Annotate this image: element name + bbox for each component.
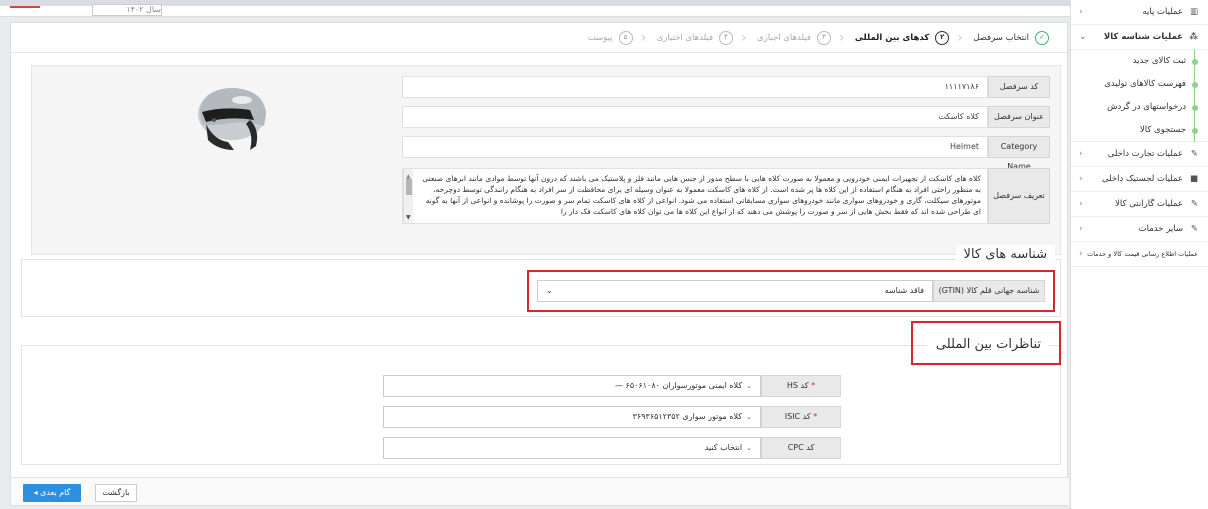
step-number: ۲ (935, 30, 950, 45)
sidebar-item-logistics[interactable]: ■عملیات لجستیک داخلی ‹ (1071, 167, 1208, 192)
helmet-image (198, 88, 266, 150)
sidebar-item-product-id[interactable]: ⁂عملیات شناسه کالا ⌄ (1071, 25, 1208, 50)
gtin-label: شناسه جهانی قلم کالا (GTIN) (933, 280, 1045, 302)
year-field[interactable]: سال ۱۴۰۲ (92, 4, 162, 16)
bullet-icon (1192, 128, 1198, 134)
cpc-select[interactable]: ⌄انتخاب کنید (383, 437, 761, 459)
sidebar-item-pricing[interactable]: عملیات اطلاع رسانی قیمت کالا و خدمات ‹ (1071, 242, 1208, 267)
next-step-button[interactable]: گام بعدی ◂ (23, 484, 81, 502)
sidebar-subitem-list[interactable]: فهرست کالاهای تولیدی (1071, 73, 1208, 96)
chevron-left-icon: ‹ (1079, 199, 1083, 209)
wizard-step-5[interactable]: ۵ پیوست (576, 23, 645, 53)
gtin-select[interactable]: فاقد شناسه ⌄ (537, 280, 933, 302)
description-text: کلاه های کاسکت از تجهیزات ایمنی خودرویی … (422, 174, 981, 216)
hs-select[interactable]: ⌄کلاه ایمنی موتورسواران ۶۵۰۶۱۰۸۰ — (383, 375, 761, 397)
wizard-steps: ✓ انتخاب سرفصل ‹ ۲ کدهای بین المللی ‹ ۳ فیلده… (11, 23, 1069, 53)
cpc-row: کد CPC ⌄انتخاب کنید (383, 437, 841, 459)
chevron-down-icon: ⌄ (746, 382, 752, 390)
wizard-step-2[interactable]: ۲ کدهای بین المللی ‹ (839, 23, 961, 53)
top-bar: سال ۱۴۰۲ (0, 0, 1070, 17)
category-label: Category Name (988, 136, 1050, 171)
bullet-icon (1192, 105, 1198, 111)
sidebar-item-trade[interactable]: ✎عملیات تجارت داخلی ‹ (1071, 142, 1208, 167)
next-arrow-icon: ◂ (33, 488, 38, 497)
sidebar-item-other[interactable]: ✎سایر خدمات ‹ (1071, 217, 1208, 242)
step-number: ۳ (816, 30, 831, 45)
hs-row: * کد HS ⌄کلاه ایمنی موتورسواران ۶۵۰۶۱۰۸۰… (383, 375, 841, 397)
sidebar-subitem-new[interactable]: ثبت کالای جدید (1071, 50, 1208, 73)
sidebar-item-basic[interactable]: ▥عملیات پایه ‹ (1071, 0, 1208, 25)
category-info: کد سرفصل ۱۱۱۱۷۱۸۶ عنوان سرفصل کلاه کاسکت… (31, 65, 1061, 255)
sidebar-subitem-requests[interactable]: درخواستهای در گردش (1071, 96, 1208, 119)
title-label: عنوان سرفصل (988, 106, 1050, 128)
wizard-step-3[interactable]: ۳ فیلدهای اجباری ‹ (741, 23, 843, 53)
description-box[interactable]: کلاه های کاسکت از تجهیزات ایمنی خودرویی … (402, 168, 988, 224)
chevron-down-icon: ⌄ (746, 413, 752, 421)
identifiers-title: شناسه های کالا (955, 245, 1055, 264)
cubes-icon: ⁂ (1189, 32, 1198, 42)
title-value: کلاه کاسکت (402, 106, 988, 128)
edit-icon: ✎ (1190, 224, 1198, 234)
chevron-down-icon: ⌄ (546, 286, 553, 295)
description-scrollbar[interactable]: ▲ ▼ (403, 169, 413, 223)
chevron-left-icon: ‹ (1079, 224, 1083, 234)
scroll-down-icon[interactable]: ▼ (406, 212, 411, 223)
isic-select[interactable]: ⌄کلاه موتور سواری ۳۶۹۳۶۵۱۲۳۵۲ (383, 406, 761, 428)
chevron-down-icon: ⌄ (1079, 32, 1087, 42)
bullet-icon (1192, 59, 1198, 65)
accent-line (10, 6, 40, 8)
scroll-thumb[interactable] (406, 179, 412, 195)
chevron-left-icon: ‹ (1079, 249, 1083, 259)
isic-label: * کد ISIC (761, 406, 841, 428)
category-row: Category Name Helmet (402, 136, 1050, 171)
form-footer: گام بعدی ◂ بازگشت (11, 477, 1069, 505)
title-row: عنوان سرفصل کلاه کاسکت (402, 106, 1050, 128)
edit-icon: ✎ (1190, 149, 1198, 159)
bullet-icon (1192, 82, 1198, 88)
code-value: ۱۱۱۱۷۱۸۶ (402, 76, 988, 98)
main-panel: ✓ انتخاب سرفصل ‹ ۲ کدهای بین المللی ‹ ۳ فیلده… (10, 22, 1069, 506)
chevron-left-icon: ‹ (1079, 174, 1083, 184)
back-button[interactable]: بازگشت (95, 484, 137, 502)
code-label: کد سرفصل (988, 76, 1050, 98)
chart-icon: ▥ (1189, 7, 1198, 17)
cpc-label: کد CPC (761, 437, 841, 459)
category-value: Helmet (402, 136, 988, 158)
edit-icon: ✎ (1190, 199, 1198, 209)
check-icon: ✓ (1035, 30, 1049, 45)
hs-label: * کد HS (761, 375, 841, 397)
truck-icon: ■ (1189, 174, 1198, 184)
gtin-row: شناسه جهانی قلم کالا (GTIN) فاقد شناسه ⌄ (537, 280, 1045, 302)
international-title: تناظرات بین المللی (927, 335, 1049, 354)
description-label: تعریف سرفصل (988, 168, 1050, 224)
sidebar: ▥عملیات پایه ‹ ⁂عملیات شناسه کالا ⌄ ثبت کا… (1070, 0, 1208, 509)
chevron-left-icon: ‹ (1079, 7, 1083, 17)
sidebar-subitem-search[interactable]: جستجوی کالا (1071, 119, 1208, 142)
isic-row: * کد ISIC ⌄کلاه موتور سواری ۳۶۹۳۶۵۱۲۳۵۲ (383, 406, 841, 428)
code-row: کد سرفصل ۱۱۱۱۷۱۸۶ (402, 76, 1050, 98)
chevron-down-icon: ⌄ (746, 444, 752, 452)
wizard-step-4[interactable]: ۴ فیلدهای اختیاری ‹ (641, 23, 745, 53)
wizard-step-1[interactable]: ✓ انتخاب سرفصل ‹ (957, 23, 1061, 53)
sidebar-item-warranty[interactable]: ✎عملیات گارانتی کالا ‹ (1071, 192, 1208, 217)
chevron-left-icon: ‹ (1079, 149, 1083, 159)
step-number: ۴ (719, 30, 734, 45)
step-number: ۵ (618, 30, 633, 45)
